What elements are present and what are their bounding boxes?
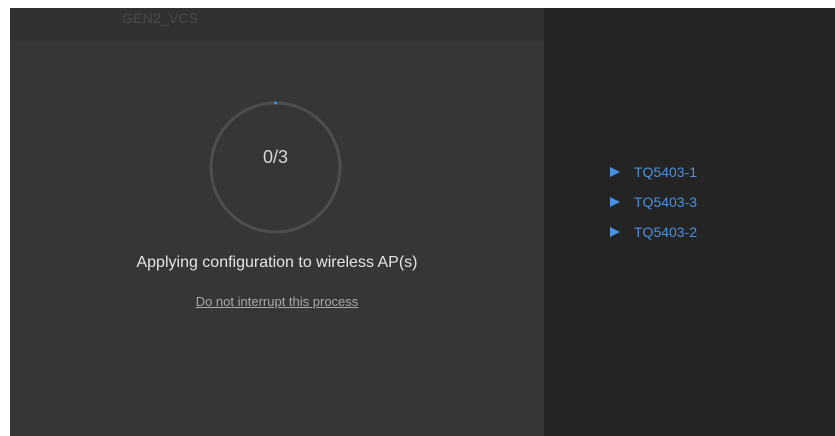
play-triangle-icon <box>610 167 620 177</box>
access-point-item[interactable]: TQ5403-2 <box>610 217 697 247</box>
access-point-item[interactable]: TQ5403-1 <box>610 157 697 187</box>
play-triangle-icon <box>610 197 620 207</box>
provisioning-dialog: GEN2_VCS 0/3 Applying configuration to w… <box>10 8 835 436</box>
play-triangle-icon <box>610 227 620 237</box>
pane-header: GEN2_VCS <box>10 8 544 41</box>
progress-ring: 0/3 <box>209 101 342 234</box>
access-point-label: TQ5403-1 <box>634 164 698 180</box>
access-point-label: TQ5403-3 <box>634 194 698 210</box>
access-point-item[interactable]: TQ5403-3 <box>610 187 697 217</box>
progress-pane: GEN2_VCS 0/3 Applying configuration to w… <box>10 8 544 436</box>
status-message: Applying configuration to wireless AP(s) <box>136 254 418 271</box>
access-point-pane: TQ5403-1 TQ5403-3 TQ5403-2 <box>544 8 835 436</box>
access-point-label: TQ5403-2 <box>634 224 698 240</box>
warning-message: Do not interrupt this process <box>195 294 359 309</box>
network-name: GEN2_VCS <box>122 10 199 26</box>
progress-count: 0/3 <box>262 147 289 167</box>
access-point-list: TQ5403-1 TQ5403-3 TQ5403-2 <box>610 157 697 247</box>
